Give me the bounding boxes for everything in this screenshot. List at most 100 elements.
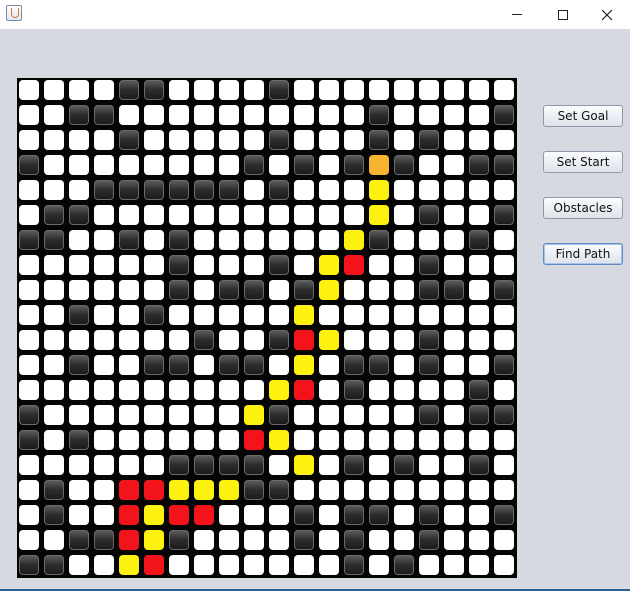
grid-cell-empty[interactable] — [394, 305, 414, 325]
grid-cell-empty[interactable] — [394, 380, 414, 400]
grid-cell-empty[interactable] — [94, 480, 114, 500]
grid-cell-empty[interactable] — [419, 480, 439, 500]
grid-cell-wall[interactable] — [269, 80, 289, 100]
grid-cell-empty[interactable] — [469, 530, 489, 550]
grid-cell-empty[interactable] — [219, 430, 239, 450]
grid-cell-empty[interactable] — [194, 530, 214, 550]
grid-cell-empty[interactable] — [194, 555, 214, 575]
grid-cell-visited[interactable] — [194, 505, 214, 525]
grid-cell-empty[interactable] — [169, 430, 189, 450]
grid-cell-empty[interactable] — [144, 105, 164, 125]
grid-cell-wall[interactable] — [169, 530, 189, 550]
grid-cell-empty[interactable] — [269, 155, 289, 175]
grid-cell-empty[interactable] — [69, 480, 89, 500]
grid-cell-empty[interactable] — [19, 530, 39, 550]
grid-cell-empty[interactable] — [319, 380, 339, 400]
grid-cell-empty[interactable] — [294, 230, 314, 250]
grid-cell-empty[interactable] — [169, 555, 189, 575]
grid-cell-visited[interactable] — [144, 480, 164, 500]
grid-cell-path[interactable] — [119, 555, 139, 575]
grid-cell-wall[interactable] — [244, 480, 264, 500]
grid-cell-visited[interactable] — [294, 380, 314, 400]
grid-cell-empty[interactable] — [319, 80, 339, 100]
grid-cell-empty[interactable] — [269, 455, 289, 475]
grid-cell-empty[interactable] — [19, 280, 39, 300]
grid-cell-empty[interactable] — [69, 180, 89, 200]
grid-cell-empty[interactable] — [94, 155, 114, 175]
grid-cell-empty[interactable] — [494, 230, 514, 250]
grid-cell-empty[interactable] — [394, 430, 414, 450]
grid-cell-empty[interactable] — [469, 355, 489, 375]
grid-cell-empty[interactable] — [119, 330, 139, 350]
grid-cell-empty[interactable] — [244, 130, 264, 150]
grid-cell-wall[interactable] — [169, 180, 189, 200]
grid-cell-empty[interactable] — [344, 405, 364, 425]
grid-cell-empty[interactable] — [394, 355, 414, 375]
grid-cell-wall[interactable] — [344, 530, 364, 550]
grid-cell-empty[interactable] — [69, 330, 89, 350]
grid-cell-empty[interactable] — [344, 305, 364, 325]
grid-cell-wall[interactable] — [344, 155, 364, 175]
grid-cell-empty[interactable] — [444, 255, 464, 275]
grid-cell-empty[interactable] — [269, 555, 289, 575]
grid-cell-empty[interactable] — [369, 430, 389, 450]
grid-cell-empty[interactable] — [169, 205, 189, 225]
grid-cell-empty[interactable] — [444, 205, 464, 225]
grid-cell-wall[interactable] — [144, 180, 164, 200]
grid-cell-empty[interactable] — [94, 255, 114, 275]
grid-cell-empty[interactable] — [69, 255, 89, 275]
grid-cell-empty[interactable] — [319, 305, 339, 325]
grid-cell-empty[interactable] — [444, 80, 464, 100]
grid-cell-wall[interactable] — [69, 105, 89, 125]
grid-cell-empty[interactable] — [94, 280, 114, 300]
grid-cell-empty[interactable] — [119, 305, 139, 325]
grid-cell-wall[interactable] — [119, 230, 139, 250]
grid-cell-empty[interactable] — [319, 155, 339, 175]
grid-cell-wall[interactable] — [294, 280, 314, 300]
grid-cell-empty[interactable] — [94, 405, 114, 425]
grid-cell-empty[interactable] — [444, 380, 464, 400]
grid-cell-wall[interactable] — [419, 355, 439, 375]
grid-cell-empty[interactable] — [319, 555, 339, 575]
grid-cell-empty[interactable] — [369, 480, 389, 500]
grid-cell-empty[interactable] — [194, 305, 214, 325]
grid-cell-empty[interactable] — [194, 280, 214, 300]
grid-cell-empty[interactable] — [119, 355, 139, 375]
grid-cell-empty[interactable] — [294, 555, 314, 575]
grid-cell-empty[interactable] — [119, 105, 139, 125]
grid-cell-empty[interactable] — [119, 205, 139, 225]
grid-cell-empty[interactable] — [444, 405, 464, 425]
grid-cell-wall[interactable] — [469, 455, 489, 475]
grid-cell-empty[interactable] — [319, 355, 339, 375]
grid-cell-empty[interactable] — [44, 180, 64, 200]
grid-cell-empty[interactable] — [144, 430, 164, 450]
grid-cell-wall[interactable] — [369, 105, 389, 125]
grid-cell-empty[interactable] — [19, 105, 39, 125]
grid-cell-empty[interactable] — [269, 105, 289, 125]
grid-cell-empty[interactable] — [294, 405, 314, 425]
grid-cell-empty[interactable] — [69, 155, 89, 175]
grid-cell-wall[interactable] — [344, 555, 364, 575]
grid-cell-empty[interactable] — [219, 530, 239, 550]
grid-cell-empty[interactable] — [19, 180, 39, 200]
grid-cell-empty[interactable] — [269, 280, 289, 300]
minimize-button[interactable] — [494, 0, 540, 29]
grid-cell-empty[interactable] — [344, 80, 364, 100]
grid-cell-empty[interactable] — [219, 105, 239, 125]
grid-cell-empty[interactable] — [344, 205, 364, 225]
grid-cell-empty[interactable] — [394, 205, 414, 225]
grid-cell-empty[interactable] — [119, 280, 139, 300]
grid-cell-empty[interactable] — [294, 430, 314, 450]
grid-cell-empty[interactable] — [344, 280, 364, 300]
grid-cell-empty[interactable] — [194, 205, 214, 225]
grid-cell-path[interactable] — [219, 480, 239, 500]
grid-cell-empty[interactable] — [494, 480, 514, 500]
grid-cell-empty[interactable] — [344, 330, 364, 350]
grid-cell-empty[interactable] — [119, 380, 139, 400]
grid-cell-wall[interactable] — [494, 205, 514, 225]
grid-cell-empty[interactable] — [394, 480, 414, 500]
grid-cell-wall[interactable] — [269, 255, 289, 275]
grid-cell-empty[interactable] — [494, 530, 514, 550]
grid-cell-empty[interactable] — [69, 280, 89, 300]
grid-cell-empty[interactable] — [469, 280, 489, 300]
